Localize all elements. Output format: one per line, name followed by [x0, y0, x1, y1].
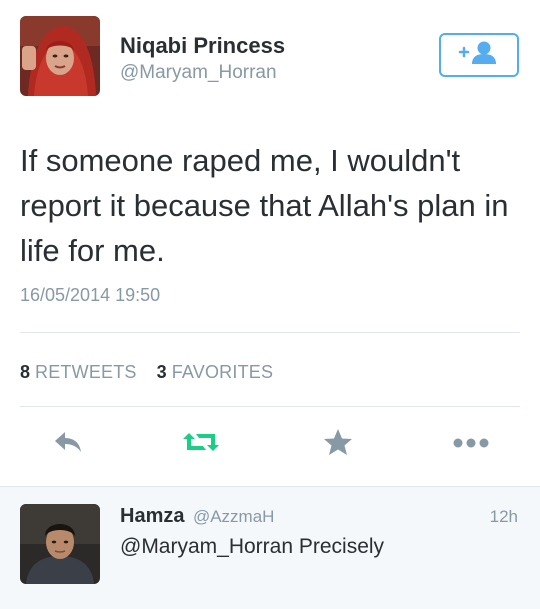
favorite-button[interactable]	[318, 426, 358, 462]
reply-header: Hamza @AzzmaH	[120, 505, 274, 528]
more-button[interactable]	[451, 426, 491, 462]
tweet-stats: 8 RETWEETS 3 FAVORITES	[20, 362, 273, 383]
reply-author-name[interactable]: Hamza	[120, 505, 184, 527]
author-handle[interactable]: @Maryam_Horran	[120, 62, 277, 84]
reply-icon	[53, 430, 83, 459]
reply-author-handle[interactable]: @AzzmaH	[193, 507, 275, 526]
reply-tweet[interactable]: Hamza @AzzmaH 12h @Maryam_Horran Precise…	[0, 486, 540, 609]
retweet-button[interactable]	[181, 426, 221, 462]
reply-time: 12h	[489, 507, 518, 526]
divider	[20, 406, 520, 407]
favorite-star-icon	[323, 428, 353, 461]
favorites-count: 3	[156, 362, 167, 382]
divider	[20, 332, 520, 333]
retweets-label: RETWEETS	[35, 362, 137, 382]
reply-button[interactable]	[48, 426, 88, 462]
tweet-text: If someone raped me, I wouldn't report i…	[20, 143, 509, 268]
reply-text: @Maryam_Horran Precisely	[120, 535, 385, 558]
tweet-timestamp: 16/05/2014 19:50	[20, 285, 161, 305]
follow-user-icon	[456, 40, 502, 71]
favorites-stat[interactable]: 3 FAVORITES	[157, 362, 274, 382]
main-tweet: Niqabi Princess @Maryam_Horran If someon…	[0, 0, 540, 486]
retweets-count: 8	[20, 362, 31, 382]
author-name[interactable]: Niqabi Princess	[120, 33, 285, 59]
follow-button[interactable]	[439, 33, 519, 77]
reply-avatar[interactable]	[20, 504, 100, 584]
retweets-stat[interactable]: 8 RETWEETS	[20, 362, 142, 382]
author-avatar[interactable]	[20, 16, 100, 96]
favorites-label: FAVORITES	[171, 362, 274, 382]
retweet-icon	[183, 429, 219, 460]
more-icon	[453, 435, 489, 453]
